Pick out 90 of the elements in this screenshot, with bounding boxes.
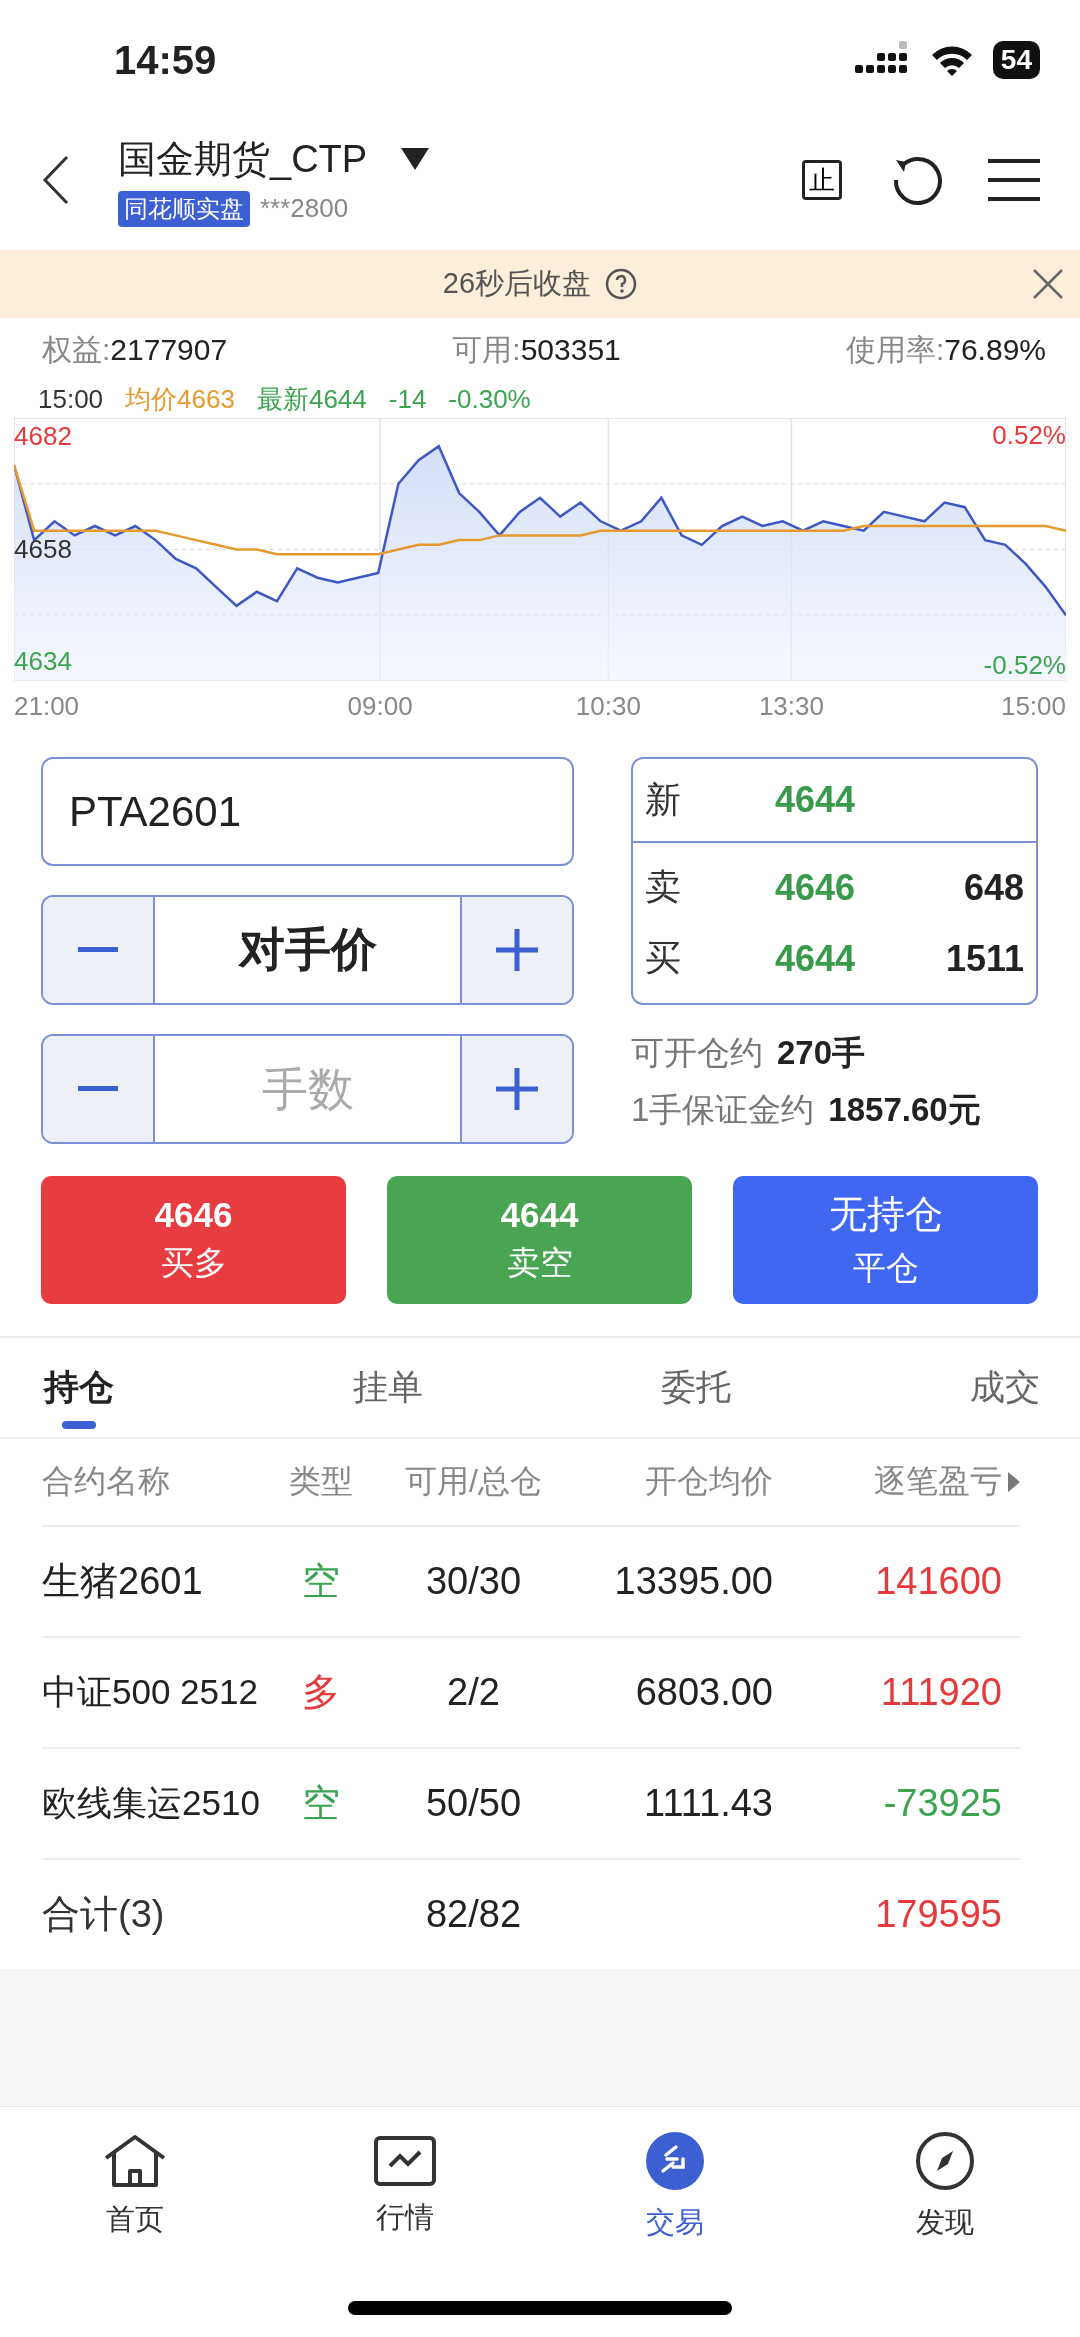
- battery-indicator: 54: [992, 41, 1040, 79]
- price-change: -14: [388, 383, 427, 415]
- table-cell: 13395.00: [614, 1560, 773, 1603]
- minus-icon: [78, 1086, 118, 1092]
- profit-loss: 179595: [875, 1893, 1002, 1936]
- percent-change: -0.30%: [448, 383, 531, 415]
- price-axis-label: 4658: [14, 533, 72, 565]
- column-header: 可用/总仓: [405, 1462, 542, 1501]
- account-stat: 可用:503351: [452, 332, 621, 368]
- profit-loss: 141600: [875, 1560, 1002, 1603]
- table-cell: 82/82: [425, 1893, 522, 1936]
- table-cell: 2/2: [447, 1671, 500, 1714]
- quote-price: 4644: [775, 937, 857, 980]
- percent-axis-label: 0.52%: [992, 420, 1066, 451]
- time-axis-label: 09:00: [347, 691, 413, 722]
- position-tab[interactable]: 挂单: [352, 1338, 423, 1437]
- status-time: 14:59: [114, 36, 218, 83]
- closing-countdown: 26秒后收盘: [442, 266, 592, 301]
- chart-time: 15:00: [38, 383, 104, 415]
- home-icon: [103, 2134, 167, 2188]
- time-axis-label: 13:30: [758, 691, 824, 722]
- back-icon[interactable]: [42, 155, 70, 205]
- chart-icon: [374, 2136, 436, 2186]
- dropdown-icon[interactable]: [401, 148, 430, 170]
- account-stat: 使用率:76.89%: [845, 332, 1046, 368]
- quote-price: 4644: [775, 779, 857, 821]
- quote-price: 4646: [775, 866, 857, 909]
- price-type-field[interactable]: 对手价: [153, 897, 462, 1003]
- margin-info: 可开仓约 270手: [631, 1033, 867, 1073]
- plus-icon: [496, 929, 538, 971]
- nav-tab[interactable]: 行情: [270, 2107, 540, 2267]
- contract-name: 生猪2601: [42, 1559, 203, 1604]
- caret-icon[interactable]: [1008, 1472, 1020, 1492]
- quote-volume: 1511: [944, 937, 1024, 980]
- quote-label: 卖: [645, 865, 682, 909]
- price-axis-label: 4634: [14, 646, 72, 678]
- profit-loss: -73925: [883, 1782, 1002, 1825]
- position-type: 多: [302, 1670, 340, 1715]
- table-cell: 6803.00: [635, 1671, 773, 1714]
- position-tab[interactable]: 持仓: [44, 1338, 114, 1437]
- account-number: ***2800: [260, 193, 349, 224]
- price-stepper[interactable]: 对手价: [41, 895, 574, 1005]
- nav-tab[interactable]: 首页: [0, 2107, 270, 2267]
- minus-icon: [78, 947, 118, 953]
- contract-field[interactable]: PTA2601: [41, 757, 574, 866]
- quote-label: 买: [645, 936, 682, 980]
- trade-icon: [645, 2131, 705, 2191]
- time-axis-label: 10:30: [575, 691, 641, 722]
- menu-icon[interactable]: [988, 158, 1040, 202]
- profit-loss: 111920: [880, 1671, 1002, 1714]
- position-tab[interactable]: 委托: [661, 1338, 732, 1437]
- nav-tab[interactable]: 交易: [540, 2107, 810, 2267]
- increase-button[interactable]: [462, 1036, 572, 1142]
- position-tab[interactable]: 成交: [969, 1338, 1040, 1437]
- quote-label: 新: [645, 777, 682, 822]
- price-axis-label: 4682: [14, 420, 72, 452]
- plus-icon: [496, 1068, 538, 1110]
- tab-indicator: [62, 1421, 96, 1429]
- table-cell: 50/50: [425, 1782, 522, 1825]
- close-position-button[interactable]: 无持仓 平仓: [733, 1176, 1038, 1304]
- stop-button[interactable]: 止: [802, 160, 842, 200]
- column-header: 类型: [289, 1462, 353, 1501]
- contract-name: 欧线集运2510: [42, 1782, 260, 1824]
- table-cell: 30/30: [425, 1560, 522, 1603]
- compass-icon: [915, 2131, 975, 2191]
- help-icon[interactable]: [605, 268, 638, 300]
- account-title[interactable]: 国金期货_CTP: [118, 133, 368, 185]
- quantity-stepper[interactable]: 手数: [41, 1034, 574, 1144]
- time-axis-label: 15:00: [1000, 691, 1066, 722]
- quantity-field[interactable]: 手数: [153, 1036, 462, 1142]
- percent-axis-label: -0.52%: [983, 650, 1066, 681]
- margin-info: 1手保证金约 1857.60元: [631, 1090, 982, 1130]
- close-icon[interactable]: [1032, 268, 1064, 300]
- account-stat: 权益:2177907: [42, 332, 228, 368]
- total-label: 合计(3): [42, 1892, 165, 1937]
- column-header: 合约名称: [42, 1462, 170, 1501]
- column-header: 开仓均价: [645, 1462, 773, 1501]
- nav-tab[interactable]: 发现: [810, 2107, 1080, 2267]
- contract-name: 中证500 2512: [42, 1671, 258, 1713]
- buy-long-button[interactable]: 4646 买多: [41, 1176, 346, 1304]
- column-header: 逐笔盈亏: [874, 1462, 1002, 1501]
- average-price: 均价4663: [125, 382, 235, 416]
- increase-button[interactable]: [462, 897, 572, 1003]
- position-type: 空: [302, 1559, 340, 1604]
- time-axis-label: 21:00: [14, 691, 80, 722]
- table-cell: 1111.43: [644, 1782, 773, 1825]
- quote-volume: 648: [962, 866, 1024, 909]
- position-type: 空: [302, 1781, 340, 1826]
- account-badge: 同花顺实盘: [118, 190, 250, 227]
- latest-price: 最新4644: [256, 382, 367, 416]
